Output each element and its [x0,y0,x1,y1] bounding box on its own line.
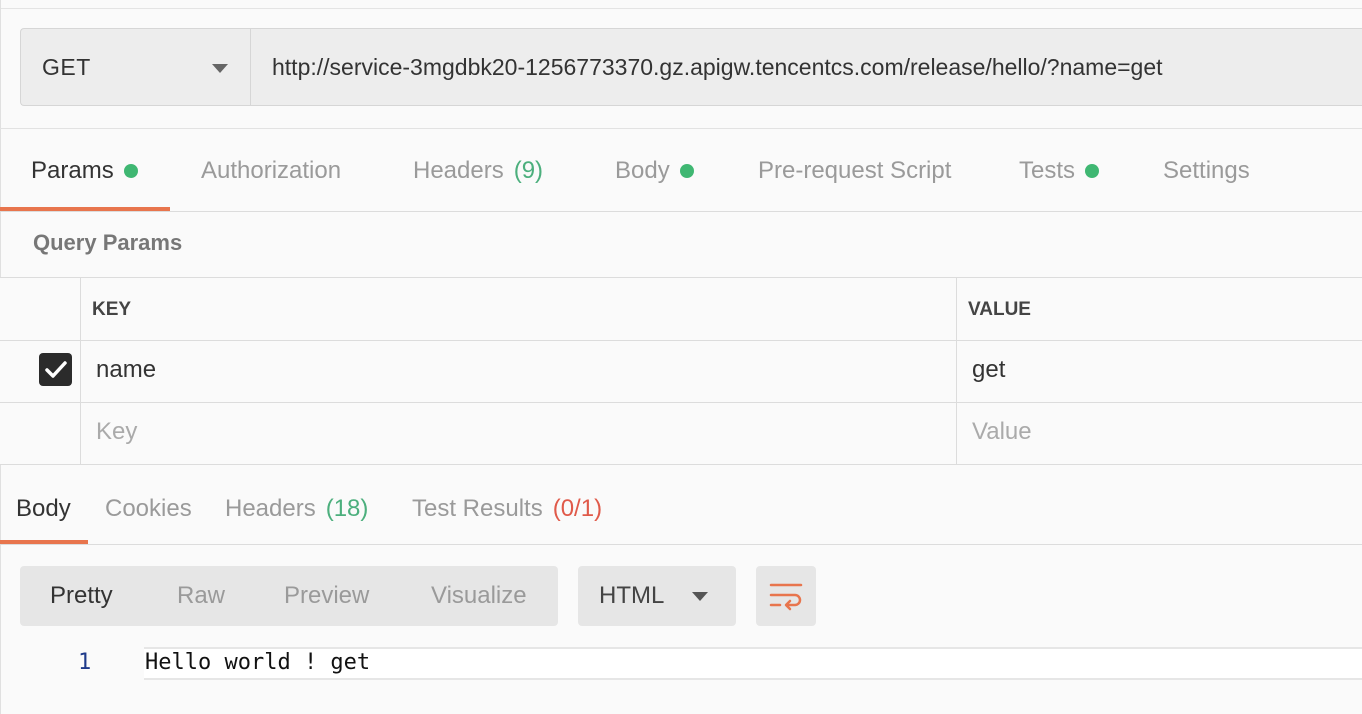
language-label: HTML [599,582,665,609]
param-key-field[interactable]: name [96,356,156,384]
table-row: name get [0,340,1362,403]
mode-pretty[interactable]: Pretty [50,566,113,626]
tab-label: Settings [1163,156,1250,184]
tab-authorization[interactable]: Authorization [201,130,341,211]
mode-visualize[interactable]: Visualize [431,566,527,626]
status-dot-icon [1085,163,1100,178]
tab-label: Headers [225,495,316,522]
column-header-key: KEY [92,299,132,320]
column-divider [80,278,81,464]
mode-raw[interactable]: Raw [177,566,225,626]
wrap-lines-button[interactable] [756,566,816,626]
tab-settings[interactable]: Settings [1163,130,1250,211]
param-value-field[interactable]: get [972,356,1005,384]
tab-label: Cookies [105,495,192,522]
wrap-lines-icon [769,583,803,611]
tab-tests[interactable]: Tests [1019,130,1100,211]
tab-body[interactable]: Body [615,130,694,211]
table-header-row: KEY VALUE [0,278,1362,341]
divider [0,128,1362,129]
request-bar: GET http://service-3mgdbk20-1256773370.g… [20,28,1362,106]
response-tabs: Body Cookies Headers (18) Test Results (… [0,474,1362,545]
active-tab-indicator [0,207,170,211]
active-tab-indicator [0,540,88,544]
tab-label: Test Results [412,495,543,522]
tab-label: Params [31,156,114,184]
tab-response-headers[interactable]: Headers (18) [225,474,368,544]
new-key-input[interactable]: Key [96,418,137,446]
column-divider [956,278,957,464]
chevron-down-icon [692,592,708,601]
response-line: Hello world ! get [145,650,371,675]
tab-cookies[interactable]: Cookies [105,474,192,544]
top-border [0,0,1362,9]
status-dot-icon [123,163,138,178]
tab-label: Body [16,495,71,522]
test-results-count: (0/1) [552,495,603,522]
tab-headers[interactable]: Headers (9) [413,130,543,211]
line-number: 1 [78,650,92,675]
section-title: Query Params [33,230,183,255]
check-icon [44,360,67,378]
column-header-value: VALUE [968,299,1031,320]
request-tabs: Params Authorization Headers (9) Body Pr… [0,130,1362,212]
language-select[interactable]: HTML [578,566,736,626]
tab-label: Headers [413,156,504,184]
chevron-down-icon [212,64,228,73]
status-dot-icon [679,163,694,178]
method-label: GET [42,53,91,80]
headers-count: (18) [325,495,369,522]
tab-label: Body [615,156,670,184]
view-mode-switcher: Pretty Raw Preview Visualize [20,566,558,626]
headers-count: (9) [513,156,544,184]
new-value-input[interactable]: Value [972,418,1032,446]
tab-label: Authorization [201,156,342,184]
tab-pre-request-script[interactable]: Pre-request Script [758,130,951,211]
method-select[interactable]: GET [21,29,251,105]
tab-label: Pre-request Script [758,156,952,184]
url-input[interactable]: http://service-3mgdbk20-1256773370.gz.ap… [251,29,1362,105]
tab-test-results[interactable]: Test Results (0/1) [412,474,602,544]
tab-response-body[interactable]: Body [16,474,71,544]
params-table: KEY VALUE name get Key Value [0,277,1362,465]
table-row-empty: Key Value [0,402,1362,465]
mode-preview[interactable]: Preview [284,566,369,626]
tab-params[interactable]: Params [31,130,138,211]
tab-label: Tests [1019,156,1076,184]
param-enabled-checkbox[interactable] [39,353,72,386]
